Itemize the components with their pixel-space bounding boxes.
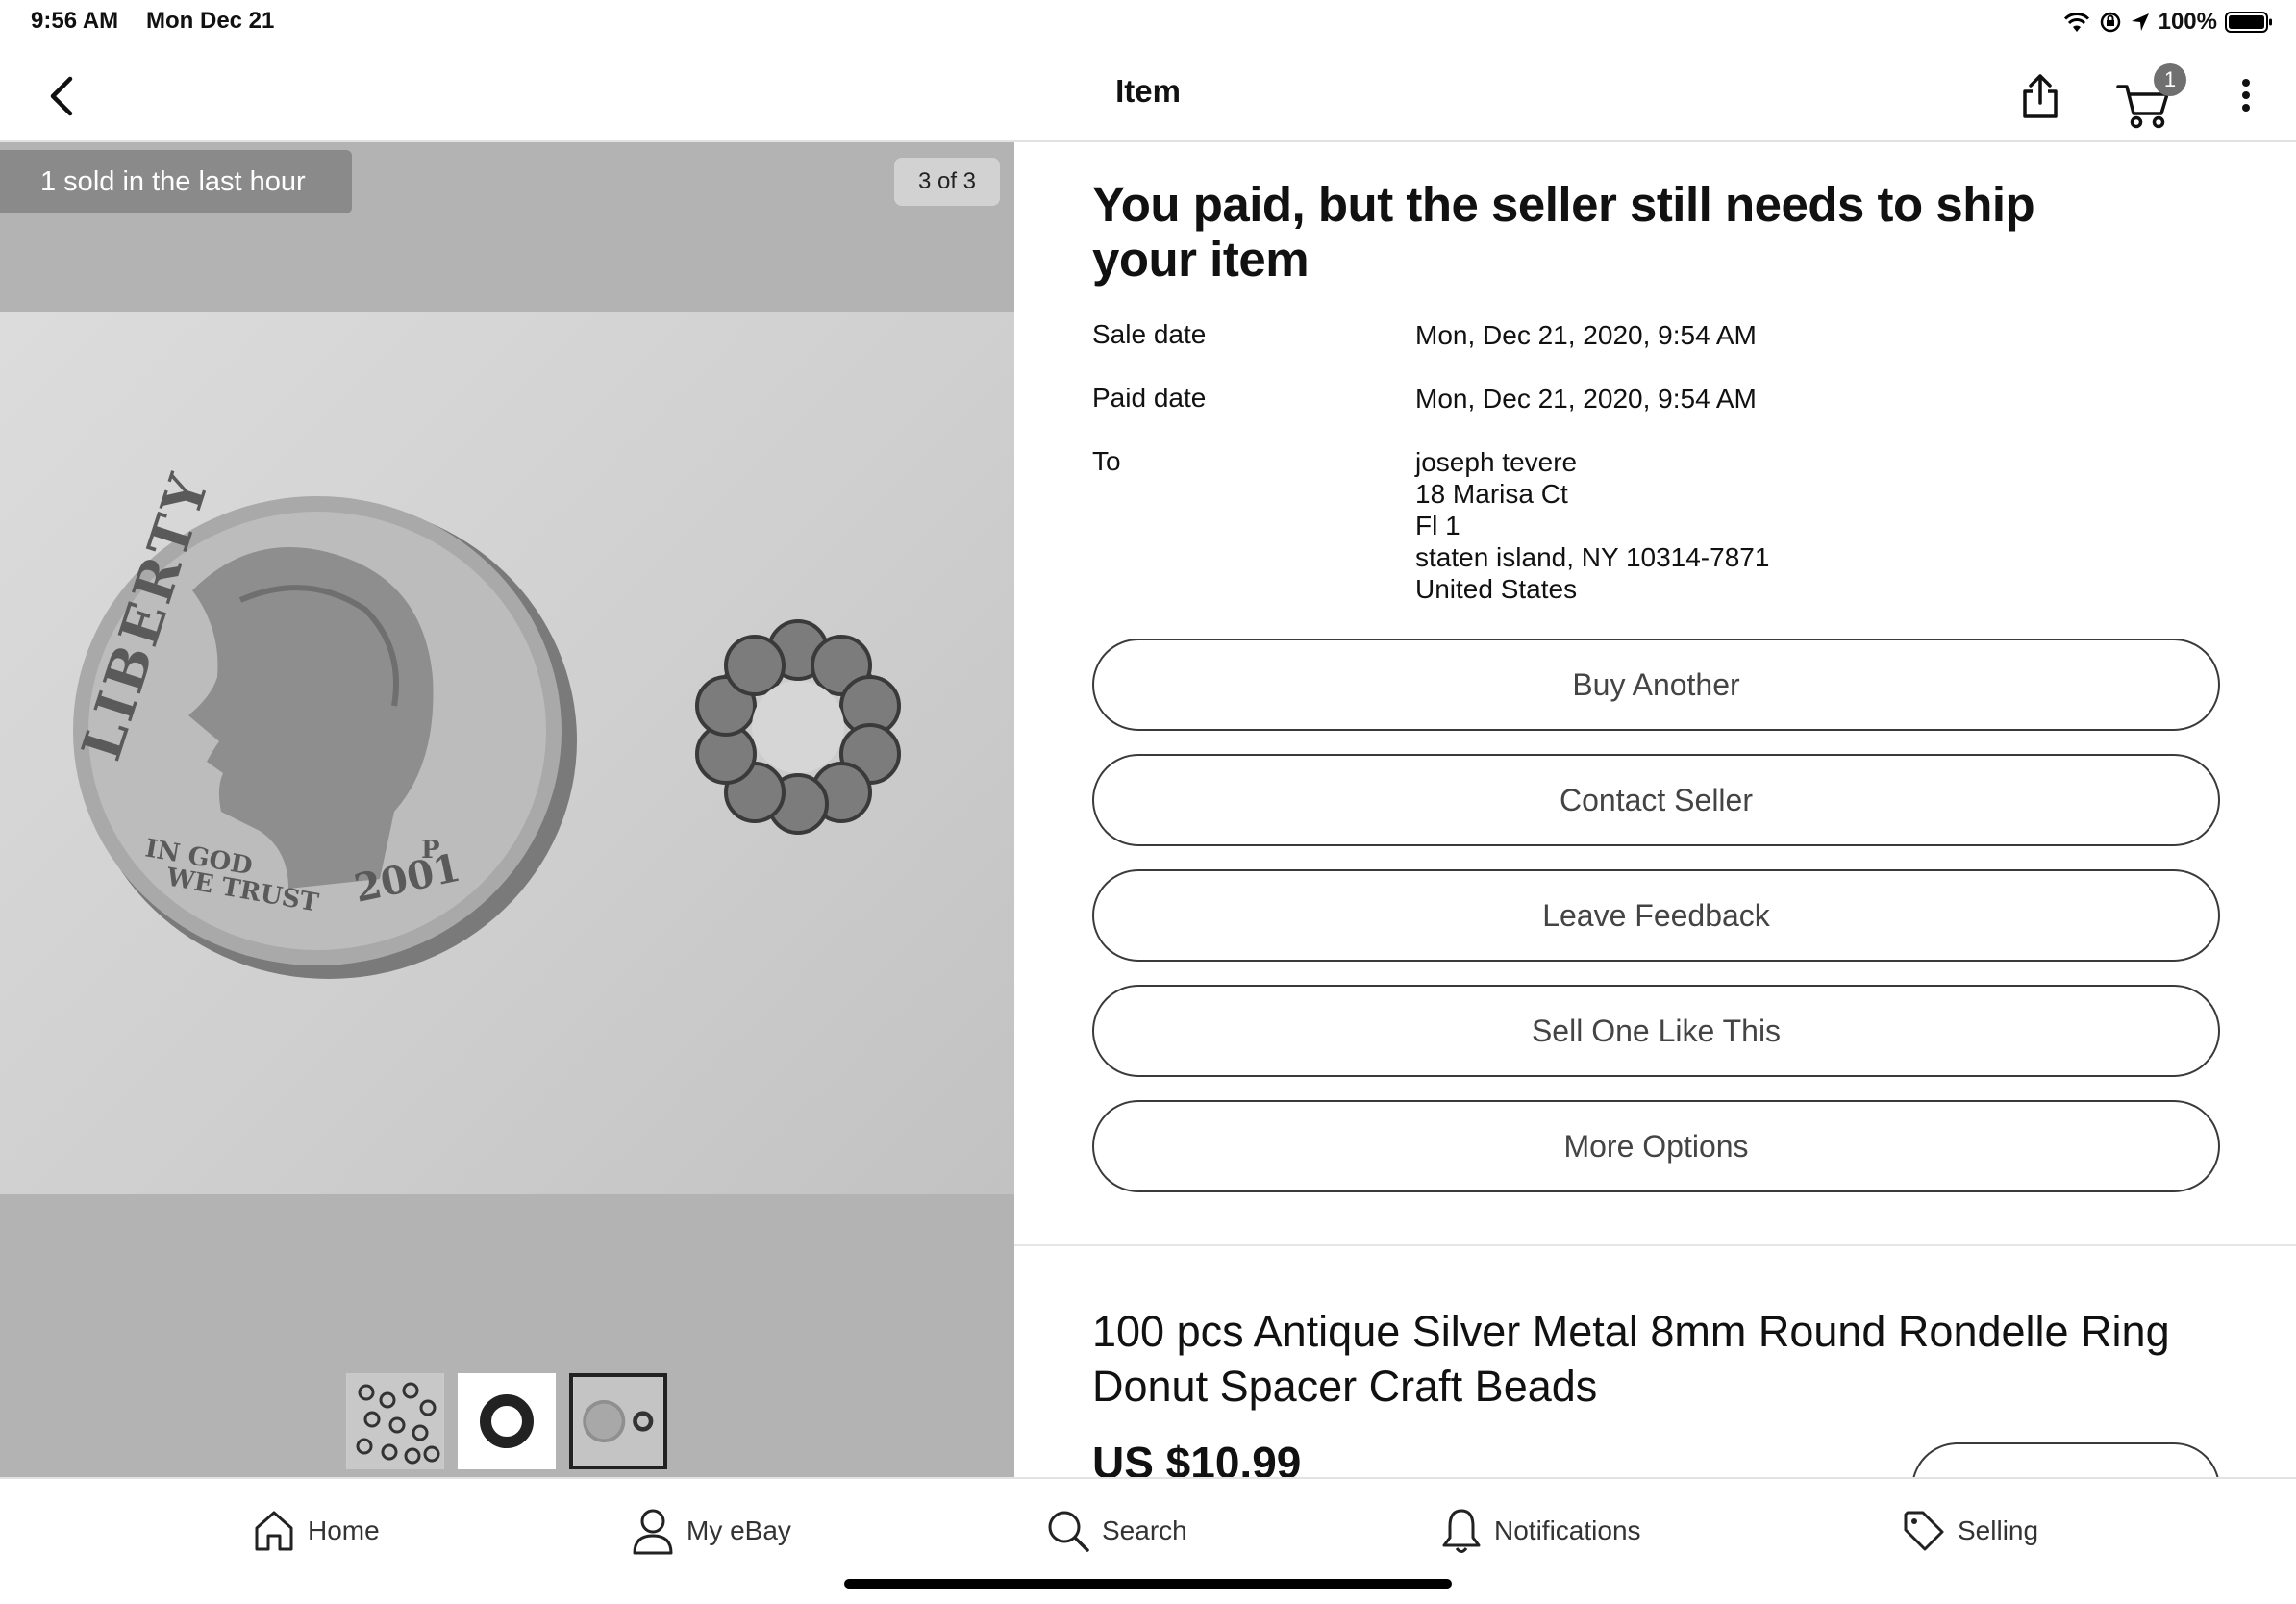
cart-count-badge: 1 (2154, 63, 2186, 96)
battery-icon (2225, 11, 2273, 34)
thumbnail-3[interactable] (569, 1373, 667, 1469)
address-line2: Fl 1 (1415, 511, 1460, 540)
location-icon (2130, 12, 2151, 33)
tag-icon (1904, 1511, 1944, 1551)
back-icon (50, 76, 73, 116)
home-icon (255, 1511, 293, 1551)
more-options-button[interactable] (2227, 71, 2265, 119)
bead-ring (695, 619, 901, 835)
more-vertical-icon (2242, 79, 2250, 112)
item-photo-illustration: LIBERTY IN GOD WE TRUST 2001 P (70, 464, 901, 979)
nav-bar: Item 1 (0, 46, 2296, 142)
buy-another-button[interactable]: Buy Another (1092, 639, 2220, 731)
address-city-state-zip: staten island, NY 10314-7871 (1415, 542, 1770, 572)
status-time: 9:56 AM (31, 8, 119, 34)
item-title: 100 pcs Antique Silver Metal 8mm Round R… (1092, 1307, 2170, 1411)
screen: 9:56 AM Mon Dec 21 100% Item 1 LIBERTY I… (0, 0, 2296, 1604)
person-icon (633, 1509, 673, 1555)
sell-one-like-this-button[interactable]: Sell One Like This (1092, 985, 2220, 1077)
tab-home-label: Home (308, 1516, 380, 1545)
battery-percent: 100% (2158, 9, 2217, 35)
tab-search[interactable]: Search (1046, 1504, 1187, 1558)
status-date: Mon Dec 21 (146, 8, 275, 34)
tab-selling-label: Selling (1958, 1516, 2039, 1545)
more-options-action-button[interactable]: More Options (1092, 1100, 2220, 1192)
thumbnail-2[interactable] (458, 1373, 556, 1469)
paid-date-value: Mon, Dec 21, 2020, 9:54 AM (1415, 384, 1757, 414)
rotation-lock-icon (2099, 11, 2122, 34)
shipping-address: joseph tevere 18 Marisa Ct Fl 1 staten i… (1415, 446, 1769, 605)
thumbnail-1[interactable] (346, 1373, 444, 1469)
item-photo[interactable]: LIBERTY IN GOD WE TRUST 2001 P (0, 312, 1014, 1194)
sold-recently-badge: 1 sold in the last hour (0, 150, 352, 213)
order-details-pane: You paid, but the seller still needs to … (1014, 142, 2296, 1477)
wifi-icon (2062, 11, 2091, 34)
tab-home[interactable]: Home (252, 1504, 380, 1558)
contact-seller-button[interactable]: Contact Seller (1092, 754, 2220, 846)
cart-button[interactable]: 1 (2115, 63, 2186, 129)
tab-notifications[interactable]: Notifications (1440, 1504, 1641, 1558)
address-country: United States (1415, 574, 1578, 604)
tab-my-ebay-label: My eBay (686, 1516, 791, 1545)
address-line1: 18 Marisa Ct (1415, 479, 1568, 509)
ship-to-label: To (1092, 446, 1121, 476)
back-button[interactable] (35, 69, 88, 123)
status-bar: 9:56 AM Mon Dec 21 100% (0, 0, 2296, 46)
thumbnail-strip (346, 1373, 667, 1469)
paid-date-label: Paid date (1092, 383, 1207, 413)
sale-date-label: Sale date (1092, 319, 1207, 349)
image-gallery[interactable]: LIBERTY IN GOD WE TRUST 2001 P 1 sold in… (0, 142, 1014, 1477)
address-name: joseph tevere (1415, 447, 1578, 477)
tab-selling[interactable]: Selling (1902, 1504, 2038, 1558)
item-price: US $10.99 (1092, 1438, 1302, 1477)
coin-mint: P (421, 836, 440, 865)
sale-date-value: Mon, Dec 21, 2020, 9:54 AM (1415, 320, 1757, 350)
photo-counter: 3 of 3 (894, 158, 1000, 206)
partially-visible-button[interactable] (1911, 1442, 2220, 1477)
status-indicators: 100% (2062, 6, 2273, 38)
section-divider (1014, 1244, 2296, 1246)
share-button[interactable] (2009, 65, 2071, 127)
order-status-headline: You paid, but the seller still needs to … (1092, 177, 2035, 287)
tab-my-ebay[interactable]: My eBay (631, 1504, 791, 1558)
share-icon (2023, 74, 2058, 118)
search-icon (1048, 1511, 1089, 1552)
tab-search-label: Search (1102, 1516, 1187, 1545)
page-title: Item (1115, 73, 1181, 109)
home-indicator[interactable] (844, 1579, 1452, 1589)
leave-feedback-button[interactable]: Leave Feedback (1092, 869, 2220, 962)
bell-icon (1442, 1509, 1481, 1553)
tab-notifications-label: Notifications (1494, 1516, 1641, 1545)
